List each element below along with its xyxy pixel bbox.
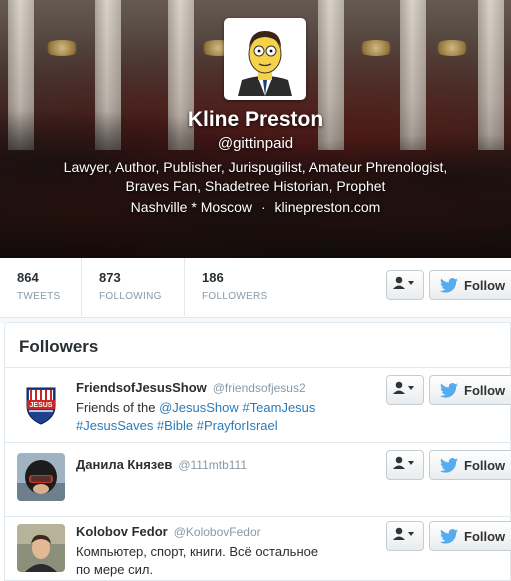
stat-label: TWEETS [17, 291, 61, 302]
profile-header: Kline Preston @gittinpaid Lawyer, Author… [0, 0, 511, 258]
stat-tweets[interactable]: 864 TWEETS [0, 258, 82, 316]
user-actions-dropdown-button[interactable] [386, 521, 424, 551]
stat-label: FOLLOWERS [202, 291, 268, 302]
follower-name-line[interactable]: Данила Князев @111mtb111 [76, 457, 247, 472]
hashtag-link[interactable]: #JesusSaves [76, 418, 153, 433]
stat-label: FOLLOWING [99, 291, 162, 302]
follow-label: Follow [464, 277, 506, 293]
stat-following[interactable]: 873 FOLLOWING [82, 258, 185, 316]
follow-button[interactable]: Follow [429, 521, 511, 551]
user-dropdown-icon [393, 456, 417, 475]
follower-screen-name[interactable]: @KolobovFedor [174, 525, 261, 539]
bio-text: по мере сил. [76, 562, 154, 577]
follower-row[interactable]: Данила Князев @111mtb111 Follow [5, 443, 511, 517]
hashtag-link[interactable]: #PrayforIsrael [197, 418, 278, 433]
followers-panel: Followers JESUS FriendsofJesusShow @frien… [4, 322, 511, 581]
stat-value: 186 [202, 270, 224, 285]
twitter-bird-icon [440, 457, 458, 473]
follow-label: Follow [464, 457, 506, 473]
panel-title: Followers [19, 337, 99, 356]
hashtag-link[interactable]: #TeamJesus [242, 400, 315, 415]
follower-row[interactable]: JESUS FriendsofJesusShow @friendsofjesus2… [5, 368, 511, 442]
user-dropdown-icon [393, 276, 417, 295]
mention-link[interactable]: @JesusShow [159, 400, 239, 415]
twitter-bird-icon [440, 382, 458, 398]
profile-name[interactable]: Kline Preston [0, 108, 511, 132]
follow-button[interactable]: Follow [429, 270, 511, 300]
follower-avatar[interactable] [17, 453, 65, 501]
follower-screen-name[interactable]: @friendsofjesus2 [213, 381, 306, 395]
twitter-bird-icon [440, 277, 458, 293]
profile-location-line: Nashville * Moscow · klinepreston.com [0, 199, 511, 215]
user-actions-dropdown-button[interactable] [386, 270, 424, 300]
follower-name[interactable]: Kolobov Fedor [76, 524, 168, 539]
follow-button[interactable]: Follow [429, 450, 511, 480]
separator-dot: · [260, 199, 266, 215]
profile-stats-bar: 864 TWEETS 873 FOLLOWING 186 FOLLOWERS F… [0, 258, 511, 318]
follower-avatar[interactable] [17, 524, 65, 572]
profile-bio: Lawyer, Author, Publisher, Jurispugilist… [63, 159, 448, 194]
profile-website-link[interactable]: klinepreston.com [275, 199, 381, 215]
follower-bio: Компьютер, спорт, книги. Всё остальное по… [76, 543, 376, 579]
profile-handle[interactable]: @gittinpaid [0, 135, 511, 152]
bio-text: Friends of the [76, 400, 160, 415]
twitter-bird-icon [440, 528, 458, 544]
bio-text: Компьютер, спорт, книги. Всё остальное [76, 544, 319, 559]
follow-button[interactable]: Follow [429, 375, 511, 405]
avatar-text: JESUS [30, 402, 53, 409]
follower-name[interactable]: FriendsofJesusShow [76, 380, 207, 395]
follower-screen-name[interactable]: @111mtb111 [178, 458, 247, 472]
hashtag-link[interactable]: #Bible [157, 418, 193, 433]
follower-row[interactable]: Kolobov Fedor @KolobovFedor Компьютер, сп… [5, 517, 511, 581]
stat-value: 873 [99, 270, 121, 285]
user-dropdown-icon [393, 527, 417, 546]
follower-avatar[interactable]: JESUS [17, 380, 65, 428]
follower-name[interactable]: Данила Князев [76, 457, 172, 472]
user-actions-dropdown-button[interactable] [386, 450, 424, 480]
stat-followers[interactable]: 186 FOLLOWERS [185, 258, 290, 316]
follow-label: Follow [464, 382, 506, 398]
cartoon-avatar-image [228, 22, 302, 96]
follow-label: Follow [464, 528, 506, 544]
user-dropdown-icon [393, 381, 417, 400]
follower-name-line[interactable]: FriendsofJesusShow @friendsofjesus2 [76, 380, 306, 395]
user-actions-dropdown-button[interactable] [386, 375, 424, 405]
profile-avatar[interactable] [224, 18, 306, 100]
stat-value: 864 [17, 270, 39, 285]
follower-name-line[interactable]: Kolobov Fedor @KolobovFedor [76, 524, 261, 539]
profile-location: Nashville * Moscow [130, 199, 253, 215]
follower-bio: Friends of the @JesusShow #TeamJesus #Jes… [76, 399, 376, 435]
